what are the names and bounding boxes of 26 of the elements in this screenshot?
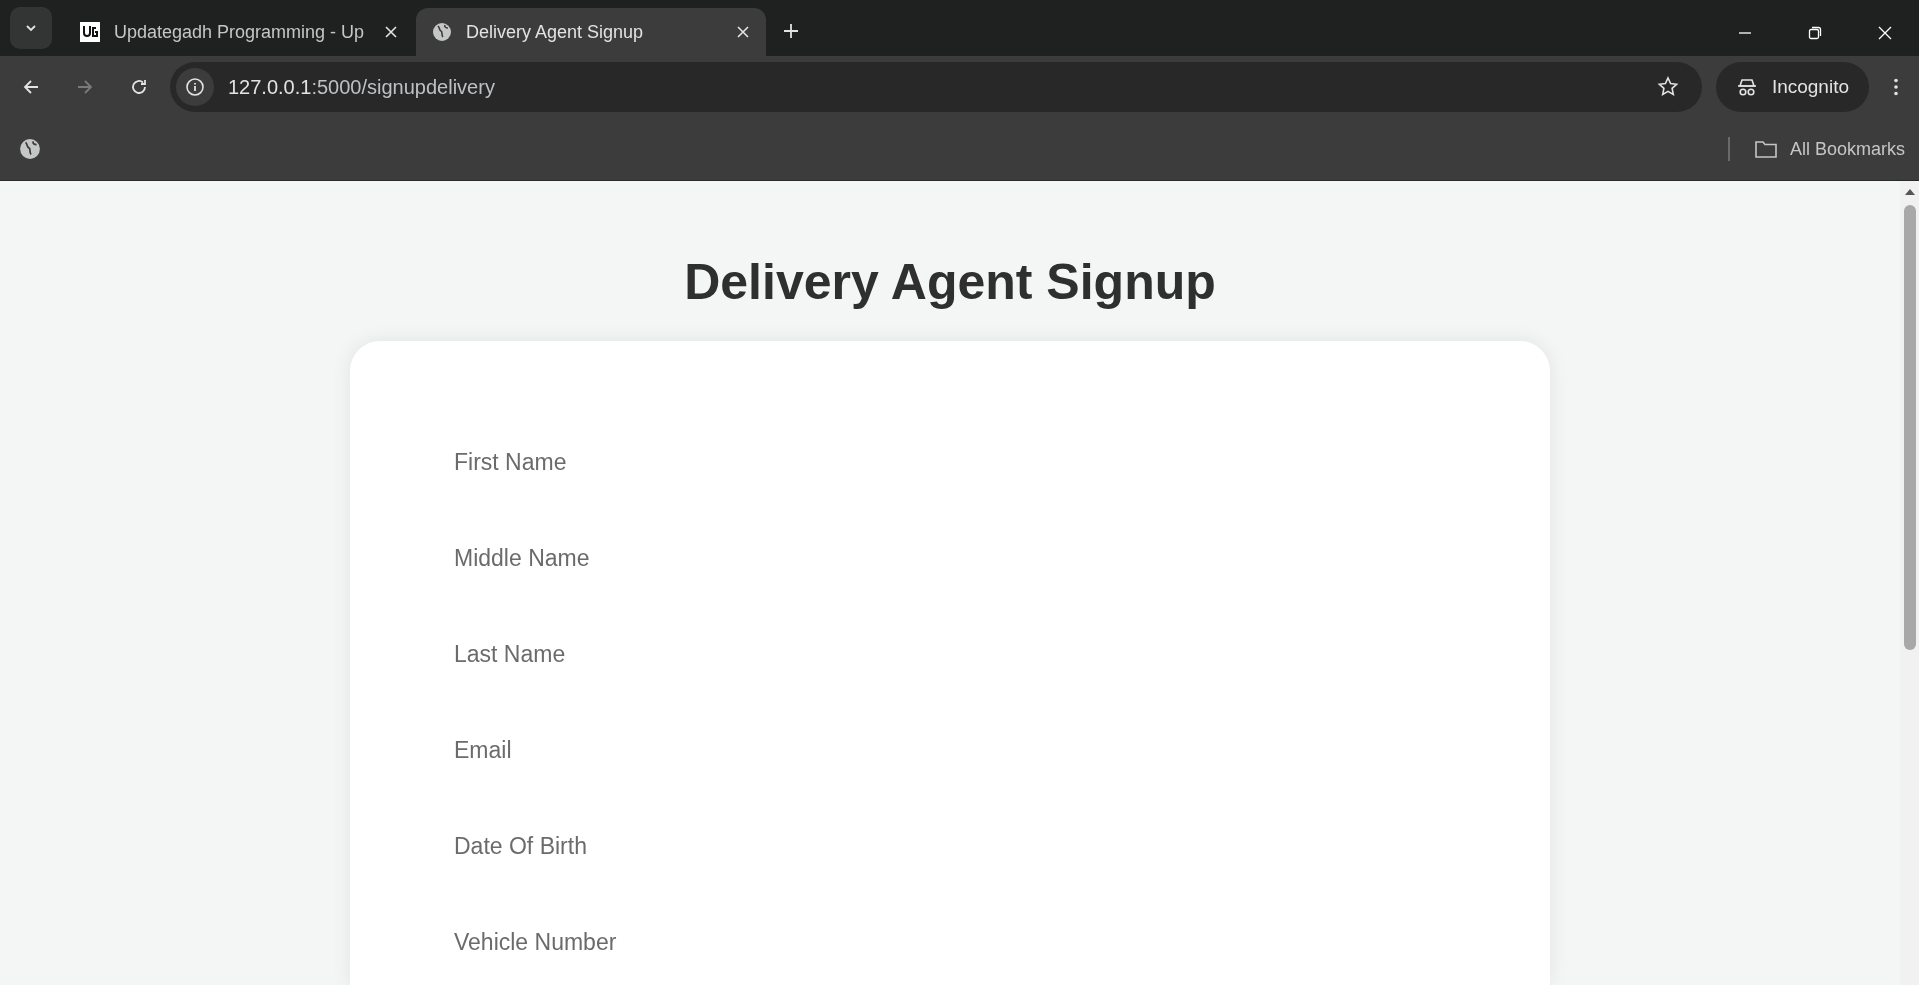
restore-icon[interactable]: [1807, 25, 1823, 41]
plus-icon[interactable]: [782, 22, 800, 40]
input-field[interactable]: Email: [454, 727, 1446, 773]
info-icon[interactable]: [176, 68, 214, 106]
input-field[interactable]: First Name: [454, 439, 1446, 485]
tab-title: Delivery Agent Signup: [466, 21, 645, 43]
url-text: 127.0.0.1:5000/signupdelivery: [228, 75, 495, 99]
scrollbar[interactable]: [1900, 181, 1919, 985]
input-field[interactable]: Vehicle Number: [454, 919, 1446, 965]
browser-tab[interactable]: Updategadh Programming - Up: [64, 8, 414, 56]
input-field[interactable]: Date Of Birth: [454, 823, 1446, 869]
all-bookmarks-button[interactable]: All Bookmarks: [1753, 138, 1905, 160]
address-bar[interactable]: 127.0.0.1:5000/signupdelivery: [170, 62, 1702, 112]
close-icon[interactable]: [384, 25, 398, 39]
page-heading: Delivery Agent Signup: [684, 253, 1216, 311]
logo-icon: [80, 22, 100, 42]
scroll-up-icon[interactable]: [1903, 187, 1916, 197]
input-field[interactable]: Last Name: [454, 631, 1446, 677]
input-field[interactable]: Middle Name: [454, 535, 1446, 581]
folder-icon: [1753, 139, 1778, 159]
close-icon[interactable]: [736, 25, 750, 39]
incognito-button[interactable]: Incognito: [1715, 62, 1869, 112]
scrollbar-thumb[interactable]: [1903, 205, 1916, 650]
browser-tab[interactable]: Delivery Agent Signup: [416, 8, 766, 56]
incognito-icon: [1735, 76, 1758, 98]
tab-title: Updategadh Programming - Up: [114, 21, 366, 43]
